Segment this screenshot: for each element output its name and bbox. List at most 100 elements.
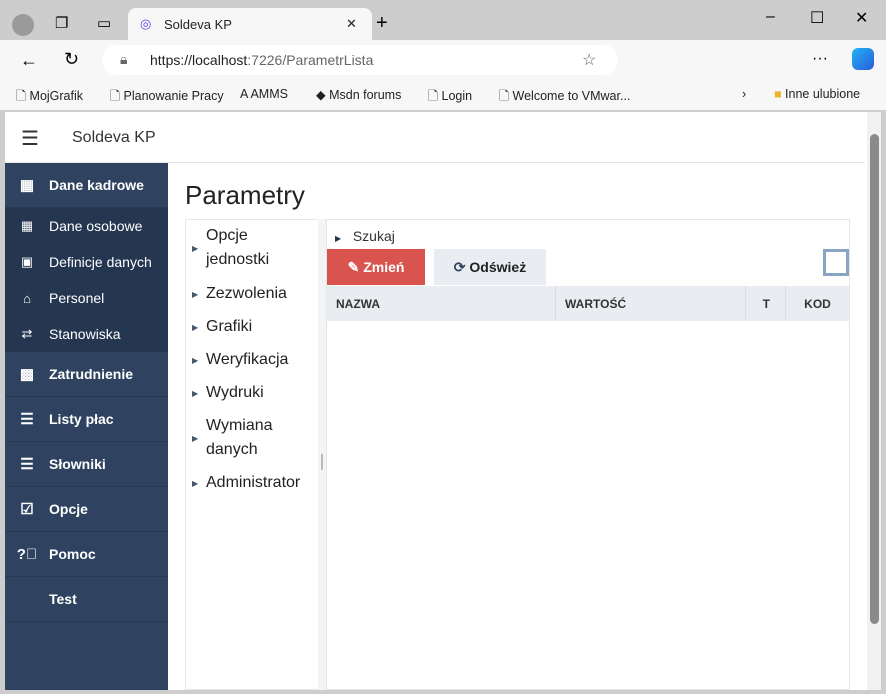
tree-node[interactable]: Weryfikacja (206, 348, 288, 372)
copilot-icon[interactable] (852, 48, 874, 70)
bookmark-label: MojGrafik (29, 89, 84, 103)
splitter[interactable] (318, 219, 326, 690)
bookmarks-bar: 🗋 MojGrafik 🗋 Planowanie Pracy A AMMS ◆ … (0, 80, 886, 110)
bookmark-label: Inne ulubione (785, 87, 861, 101)
tab-title: Soldeva KP (164, 17, 232, 32)
expand-icon[interactable]: ▶ (192, 244, 198, 253)
app-title: Soldeva KP (72, 129, 156, 146)
tab-actions-icon[interactable]: ▭ (97, 14, 111, 32)
search-label: Szukaj (352, 228, 395, 244)
edit-button[interactable]: ✎ Zmień (327, 249, 425, 285)
tree-node[interactable]: Administrator (206, 471, 300, 495)
sidebar-subitem[interactable]: ▦ Dane osobowe (5, 208, 168, 244)
refresh-button[interactable]: ⟳ Odśwież (434, 249, 546, 285)
bookmark-label: AMMS (250, 87, 288, 101)
expand-icon[interactable]: ▶ (192, 290, 198, 299)
sidebar-item[interactable]: ☰ Słowniki (5, 442, 168, 487)
hamburger-icon[interactable]: ☰ (21, 126, 39, 151)
new-tab-button[interactable]: + (376, 12, 388, 35)
expand-icon[interactable]: ▶ (192, 356, 198, 365)
sidebar-item[interactable]: ▩ Zatrudnienie (5, 352, 168, 397)
bookmark[interactable]: ◆ Msdn forums (316, 87, 401, 102)
expand-icon[interactable]: ▶ (192, 479, 198, 488)
address-bar[interactable]: 🔒︎ https://localhost:7226/ParametrLista … (102, 45, 618, 75)
sidebar-item[interactable]: ?⃝ Pomoc (5, 532, 168, 577)
lock-icon: 🔒︎ (120, 51, 128, 67)
list-icon: ☰ (20, 411, 34, 428)
bookmark[interactable]: A AMMS (240, 87, 288, 101)
column-header-t[interactable]: T (746, 286, 786, 321)
clipboard-check-icon: ☑ (20, 501, 34, 518)
column-header-wartosc[interactable]: WARTOŚĆ (556, 286, 746, 321)
chevron-right-icon[interactable]: › (742, 87, 746, 101)
tree-node[interactable]: Zezwolenia (206, 282, 287, 306)
back-icon[interactable]: ← (20, 50, 38, 71)
bookmark-label: Planowanie Pracy (123, 89, 224, 103)
bookmark[interactable]: 🗋 Planowanie Pracy (110, 87, 224, 108)
label: Słowniki (49, 456, 106, 472)
sidebar-subitem[interactable]: ⌂ Personel (5, 280, 168, 316)
expand-icon[interactable]: ▶ (192, 389, 198, 398)
tree-node[interactable]: Grafiki (206, 315, 252, 339)
scrollbar[interactable] (867, 112, 881, 690)
site-icon: ◎ (140, 16, 152, 31)
id-card-icon: ▩ (19, 366, 35, 383)
bookmark-label: Login (441, 89, 473, 103)
bookmark-folder[interactable]: ■ Inne ulubione (774, 87, 860, 101)
url-path: :7226/ParametrLista (247, 52, 374, 68)
app-header: ☰ Soldeva KP (5, 112, 865, 163)
bookmark[interactable]: 🗋 Login (428, 87, 472, 108)
label: Dane kadrowe (49, 177, 144, 193)
tree-node[interactable]: Wydruki (206, 381, 264, 405)
sidebar-subitem[interactable]: ▣ Definicje danych (5, 244, 168, 280)
sidebar-item[interactable]: Test (5, 577, 168, 622)
swap-icon: ⇄ (21, 326, 33, 341)
sidebar-item[interactable]: ☑ Opcje (5, 487, 168, 532)
label: Odśwież (469, 259, 527, 275)
label: Stanowiska (49, 326, 121, 342)
maximize-button[interactable]: ☐ (810, 8, 824, 28)
refresh-icon[interactable]: ↻ (64, 49, 79, 70)
sidebar-item-dane-kadrowe[interactable]: ▦ Dane kadrowe (5, 163, 168, 208)
label: Pomoc (49, 546, 96, 562)
close-window-button[interactable]: ✕ (855, 8, 868, 28)
help-icon: ?⃝ (16, 545, 38, 563)
sidebar: ▦ Dane kadrowe ▦ Dane osobowe ▣ Definicje d… (5, 163, 168, 690)
label: Zmień (363, 259, 405, 275)
label: Personel (49, 290, 105, 306)
pencil-icon: ✎ (347, 258, 364, 275)
label: Listy płac (49, 411, 114, 427)
url-host: https://localhost (150, 52, 248, 68)
submenu: ▦ Dane osobowe ▣ Definicje danych ⌂ Persone… (5, 208, 168, 352)
tab-soldeva[interactable]: ◎ Soldeva KP ✕ (128, 8, 372, 42)
tree: ▶ Opcje jednostki ▶ Zezwolenia ▶ Grafiki ▶ W… (185, 219, 318, 690)
column-header-kod[interactable]: KOD (786, 286, 849, 321)
column-header-nazwa[interactable]: NAZWA (327, 286, 556, 321)
tree-node[interactable]: Wymiana danych (206, 414, 286, 462)
calendar-icon: ▦ (20, 218, 34, 233)
minimize-button[interactable]: – (766, 8, 775, 26)
label: Zatrudnienie (49, 366, 134, 382)
workspaces-icon[interactable]: ❐ (55, 14, 68, 32)
sidebar-subitem[interactable]: ⇄ Stanowiska (5, 316, 168, 352)
close-tab-icon[interactable]: ✕ (346, 16, 357, 32)
expand-icon[interactable]: ▶ (192, 434, 198, 443)
url: https://localhost:7226/ParametrLista (150, 52, 373, 68)
expand-icon[interactable]: ▶ (192, 323, 198, 332)
sidebar-item[interactable]: ☰ Listy płac (5, 397, 168, 442)
bookmark[interactable]: 🗋 MojGrafik (16, 87, 83, 108)
bookmark-label: Welcome to VMwar... (512, 89, 631, 103)
profile-icon[interactable] (12, 14, 34, 36)
tab-bar: ❐ ▭ ◎ Soldeva KP ✕ + – ☐ ✕ (0, 0, 886, 42)
bookmark[interactable]: 🗋 Welcome to VMwar... (499, 87, 630, 108)
select-checkbox[interactable] (823, 249, 849, 276)
favorite-icon[interactable]: ☆ (582, 50, 596, 70)
page: ☰ Soldeva KP ▦ Dane kadrowe ▦ Dane osobowe… (5, 112, 881, 690)
more-icon[interactable]: ··· (812, 50, 828, 68)
label: Opcje (49, 501, 88, 517)
page-title: Parametry (185, 180, 305, 210)
tree-node[interactable]: Opcje jednostki (206, 224, 286, 272)
search-toggle[interactable]: ▶ Szukaj (335, 228, 395, 244)
bookmark-label: Msdn forums (329, 88, 402, 102)
calendar-day-icon: ▣ (20, 254, 34, 269)
